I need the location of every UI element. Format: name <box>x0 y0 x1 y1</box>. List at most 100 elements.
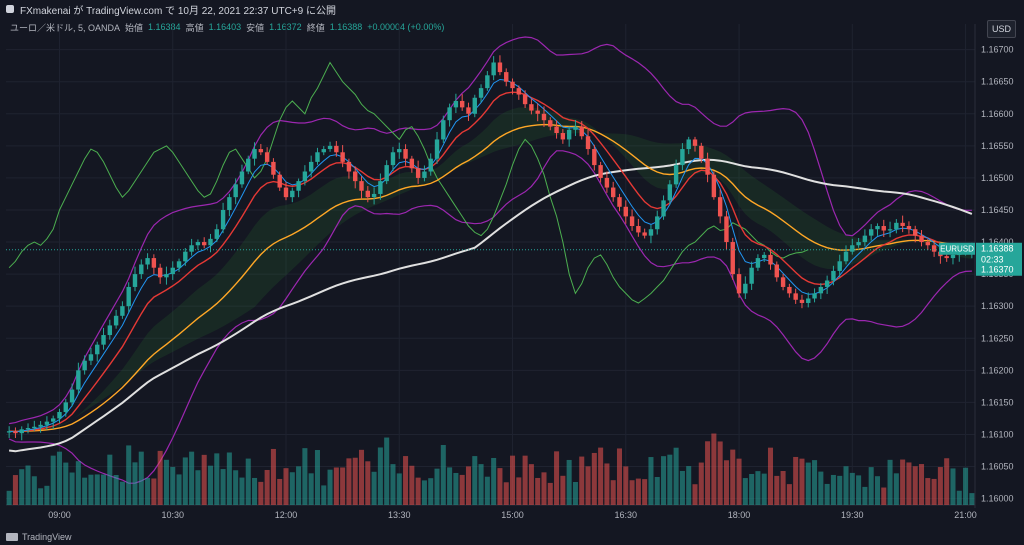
volume-bar <box>925 478 931 505</box>
y-tick-label: 1.16150 <box>981 397 1014 407</box>
volume-bar <box>937 467 943 505</box>
candle-body <box>541 113 547 121</box>
volume-bar <box>107 454 113 505</box>
volume-bar <box>252 477 258 505</box>
candle-body <box>673 165 679 185</box>
x-tick-label: 16:30 <box>615 510 638 520</box>
volume-bar <box>742 478 748 505</box>
candle-body <box>692 139 698 146</box>
candle-body <box>315 152 320 162</box>
volume-bar <box>69 472 75 505</box>
volume-bar <box>302 448 308 505</box>
candle-body <box>711 174 717 198</box>
volume-bar <box>604 463 610 505</box>
volume-bar <box>874 476 880 505</box>
volume-bar <box>749 473 755 505</box>
volume-bar <box>900 459 906 505</box>
candle-body <box>126 286 131 307</box>
volume-bar <box>780 470 786 505</box>
candle-body <box>686 139 691 150</box>
volume-bar <box>50 455 56 505</box>
footer-brand: TradingView <box>6 532 72 542</box>
countdown-badge-text: 02:33 <box>981 255 1004 265</box>
price-chart[interactable]: 1.16700 1.16650 1.16600 1.16550 1.16500 1.164… <box>0 0 1024 545</box>
volume-bar <box>314 450 320 505</box>
candle-body <box>900 222 905 227</box>
candle-body <box>271 161 276 175</box>
y-tick-label: 1.16600 <box>981 109 1014 119</box>
volume-bar <box>963 467 969 505</box>
candle-body <box>422 171 427 178</box>
y-tick-label: 1.16100 <box>981 429 1014 439</box>
candle-body <box>334 145 339 153</box>
candle-body <box>617 197 622 207</box>
candle-body <box>850 245 855 252</box>
volume-bar <box>333 467 339 505</box>
volume-bar <box>409 465 415 505</box>
candle-body <box>655 216 660 230</box>
volume-bar <box>377 447 383 505</box>
candle-body <box>157 267 163 278</box>
candle-body <box>321 149 326 153</box>
volume-bar <box>887 459 893 505</box>
candle-body <box>560 133 566 140</box>
candle-body <box>403 149 408 159</box>
volume-bar <box>145 477 151 505</box>
x-tick-label: 19:30 <box>841 510 864 520</box>
volume-bar <box>321 485 327 505</box>
volume-bar <box>283 468 289 505</box>
candle-body <box>447 107 452 121</box>
volume-bar <box>679 470 685 505</box>
candle-body <box>359 181 364 191</box>
candle-body <box>717 197 723 217</box>
candle-body <box>409 158 415 169</box>
candle-body <box>220 209 226 230</box>
volume-bar <box>453 472 459 505</box>
volume-bar <box>88 474 94 505</box>
candle-body <box>925 242 931 246</box>
volume-bar <box>554 451 560 505</box>
volume-bar <box>189 451 195 505</box>
volume-bar <box>774 475 780 505</box>
candle-body <box>384 165 389 182</box>
volume-bar <box>365 461 371 505</box>
volume-bar <box>201 454 207 505</box>
volume-bar <box>6 490 12 505</box>
candle-body <box>661 200 666 217</box>
sma-slow-line <box>8 158 973 453</box>
candle-body <box>32 426 37 429</box>
volume-bar <box>151 478 157 505</box>
candle-body <box>164 274 169 278</box>
candle-body <box>554 126 559 134</box>
candle-body <box>258 149 264 153</box>
volume-bar <box>503 482 509 505</box>
candle-body <box>415 168 421 178</box>
volume-bar <box>843 466 849 505</box>
candle-body <box>629 216 635 227</box>
tradingview-mark-icon <box>6 533 18 541</box>
candle-body <box>371 193 377 198</box>
volume-bar <box>289 472 295 505</box>
volume-bar <box>585 466 591 505</box>
volume-bar <box>629 480 635 505</box>
volume-bar <box>616 448 623 505</box>
volume-bar <box>698 462 704 505</box>
candle-body <box>365 190 371 198</box>
candle-body <box>636 226 641 233</box>
volume-bar <box>591 452 597 505</box>
y-tick-label: 1.16250 <box>981 333 1014 343</box>
x-tick-label: 21:00 <box>954 510 977 520</box>
volume-bar <box>157 450 163 505</box>
volume-bar <box>818 471 824 505</box>
candle-body <box>44 421 50 425</box>
candle-body <box>843 251 849 262</box>
candle-body <box>283 187 289 198</box>
volume-bar <box>944 458 950 505</box>
candle-body <box>585 136 591 150</box>
candle-body <box>453 100 459 108</box>
volume-bar <box>868 467 874 505</box>
volume-bar <box>837 475 843 505</box>
candle-body <box>724 216 729 243</box>
volume-bar <box>170 466 176 505</box>
volume-bar <box>528 464 534 505</box>
